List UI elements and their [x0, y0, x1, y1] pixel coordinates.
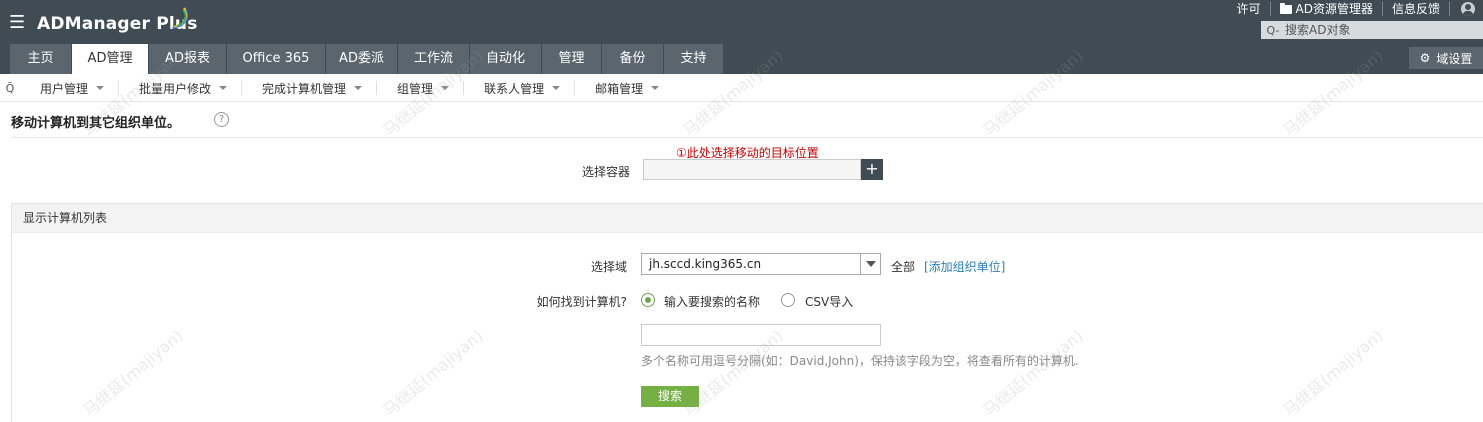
subnav-contact-management[interactable]: 联系人管理: [464, 81, 576, 96]
subnav-user-management[interactable]: 用户管理: [20, 81, 120, 96]
tab-automation[interactable]: 自动化: [470, 44, 542, 74]
domain-settings-button[interactable]: ⚙ 域设置: [1409, 47, 1483, 69]
computer-list-section: 显示计算机列表: [11, 203, 1483, 422]
feedback-link[interactable]: 信息反馈: [1383, 2, 1450, 16]
tab-workflow[interactable]: 工作流: [398, 44, 470, 74]
tab-ad-delegation[interactable]: AD委派: [326, 44, 398, 74]
domain-select[interactable]: jh.sccd.king365.cn: [641, 253, 881, 275]
search-button[interactable]: 搜索: [641, 386, 699, 407]
chevron-down-icon: [651, 86, 660, 90]
license-link[interactable]: 许可: [1228, 2, 1271, 16]
chevron-down-icon: [354, 86, 363, 90]
add-ou-link[interactable]: [添加组织单位]: [924, 258, 1005, 275]
chevron-down-icon: [96, 86, 105, 90]
radio-search-by-name[interactable]: [641, 293, 655, 307]
help-icon[interactable]: ?: [214, 112, 229, 127]
section-title: 显示计算机列表: [12, 204, 1483, 233]
computer-name-input[interactable]: [641, 324, 881, 346]
search-icon[interactable]: Q̃: [0, 82, 20, 95]
plus-icon: +: [865, 159, 879, 178]
top-bar: ☰ ADManager Plus 许可 AD资源管理器 信息反馈 Q- 主页 A…: [0, 0, 1483, 74]
domain-label: 选择域: [590, 260, 627, 274]
add-container-button[interactable]: +: [861, 159, 883, 180]
radio-csv-import[interactable]: [781, 293, 795, 307]
tab-home[interactable]: 主页: [10, 44, 72, 74]
user-icon: [1461, 2, 1475, 16]
subnav-group-management[interactable]: 组管理: [377, 81, 465, 96]
chevron-down-icon: [441, 86, 450, 90]
page-title: 移动计算机到其它组织单位。: [11, 116, 181, 131]
main-tabs: 主页 AD管理 AD报表 Office 365 AD委派 工作流 自动化 管理 …: [10, 44, 724, 74]
hamburger-menu-icon[interactable]: ☰: [9, 13, 25, 33]
gear-icon: ⚙: [1419, 51, 1431, 65]
ad-explorer-link[interactable]: AD资源管理器: [1271, 2, 1383, 16]
chevron-down-icon[interactable]: [860, 254, 880, 274]
tab-ad-management[interactable]: AD管理: [72, 44, 149, 74]
logo-swoosh-icon: [171, 7, 188, 29]
divider: [11, 137, 1483, 138]
chevron-down-icon: [219, 86, 228, 90]
domain-value: jh.sccd.king365.cn: [649, 257, 762, 271]
top-links: 许可 AD资源管理器 信息反馈: [1228, 0, 1483, 18]
tab-ad-reports[interactable]: AD报表: [149, 44, 227, 74]
ad-object-search[interactable]: Q-: [1261, 21, 1483, 39]
container-label: 选择容器: [581, 165, 630, 179]
subnav-bulk-user-modify[interactable]: 批量用户修改: [119, 81, 243, 96]
tab-backup[interactable]: 备份: [602, 44, 664, 74]
subnav-mailbox-management[interactable]: 邮箱管理: [575, 81, 673, 96]
user-menu[interactable]: [1450, 2, 1483, 16]
all-label: 全部: [891, 260, 916, 274]
subnav-computer-management[interactable]: 完成计算机管理: [242, 81, 378, 96]
tab-office365[interactable]: Office 365: [227, 44, 326, 74]
container-field[interactable]: [643, 159, 861, 180]
find-computers-label: 如何找到计算机?: [536, 295, 627, 309]
search-icon: Q-: [1266, 23, 1280, 37]
tab-admin[interactable]: 管理: [542, 44, 602, 74]
name-input-help-text: 多个名称可用逗号分隔(如：David,John)，保持该字段为空，将查看所有的计…: [641, 354, 1079, 368]
radio-csv-import-label: CSV导入: [805, 295, 854, 309]
radio-search-by-name-label: 输入要搜索的名称: [664, 295, 761, 309]
folder-icon: [1279, 2, 1292, 14]
search-input[interactable]: [1285, 21, 1475, 39]
tab-support[interactable]: 支持: [664, 44, 724, 74]
chevron-down-icon: [552, 86, 561, 90]
sub-navigation: Q̃ 用户管理 批量用户修改 完成计算机管理 组管理 联系人管理 邮箱管理: [0, 75, 1483, 102]
